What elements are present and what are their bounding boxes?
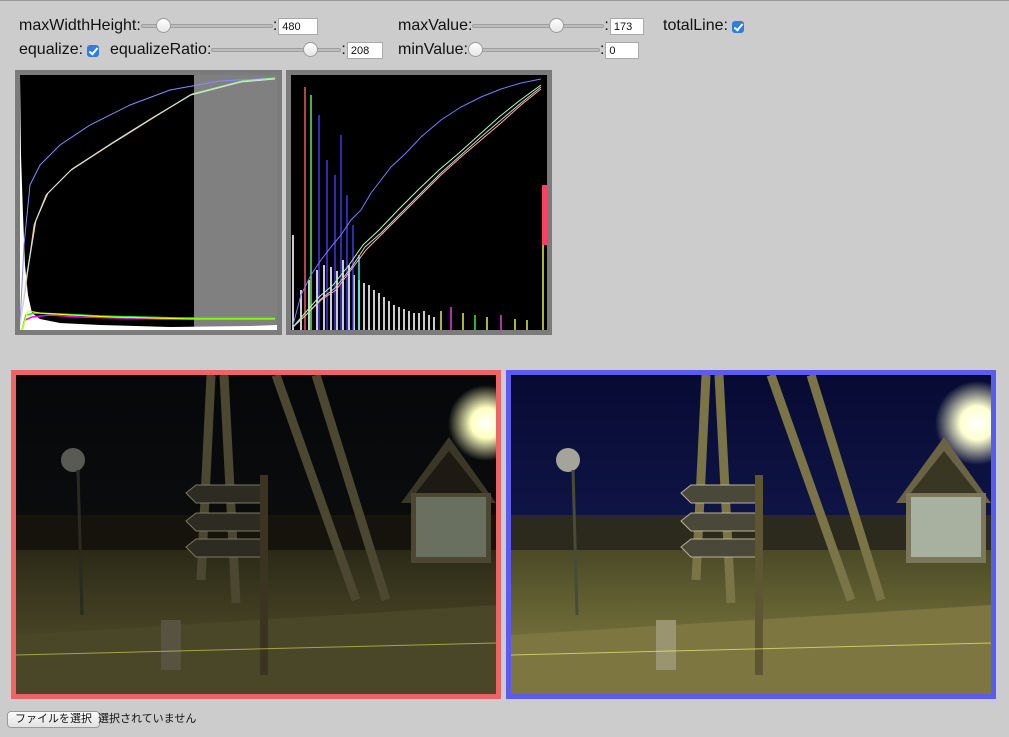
equalize-label: equalize:: [19, 41, 84, 58]
max-value-slider[interactable]: [472, 16, 605, 36]
original-histogram-canvas: [20, 75, 277, 330]
separator: :: [599, 41, 605, 58]
equalize-ratio-control: equalizeRatio: : 208: [110, 40, 383, 60]
original-histogram-panel: [15, 70, 282, 335]
original-image-panel: [11, 370, 501, 699]
separator: :: [272, 17, 278, 34]
slider-thumb-icon[interactable]: [549, 18, 565, 33]
slider-track: [472, 24, 605, 28]
original-night-photo: [16, 375, 496, 694]
equalize-ratio-label: equalizeRatio:: [110, 41, 212, 58]
min-value-input[interactable]: 0: [605, 41, 640, 59]
equalized-night-photo: [511, 375, 991, 694]
equalize-control: equalize:: [19, 40, 100, 60]
max-width-height-label: maxWidthHeight:: [19, 17, 141, 34]
separator: :: [604, 17, 609, 34]
checkbox-checked-icon[interactable]: [731, 21, 744, 33]
max-value-control: maxValue: : 173: [398, 16, 644, 36]
separator: :: [341, 41, 346, 58]
equalized-histogram-panel: [286, 70, 552, 335]
min-value-label: minValue:: [398, 41, 468, 58]
slider-thumb-icon[interactable]: [303, 42, 319, 57]
equalize-ratio-slider[interactable]: [211, 40, 342, 60]
processed-image-panel: [506, 370, 996, 699]
file-status-text: 選択されていません: [98, 713, 197, 725]
max-width-height-control: maxWidthHeight: : 480: [19, 16, 319, 36]
equalized-histogram-canvas: [291, 75, 547, 330]
slider-thumb-icon[interactable]: [155, 18, 171, 33]
max-width-height-input[interactable]: 480: [278, 17, 319, 35]
max-value-input[interactable]: 173: [609, 17, 644, 35]
slider-track: [211, 48, 342, 52]
min-value-slider[interactable]: [467, 40, 600, 60]
equalize-ratio-input[interactable]: 208: [346, 41, 383, 59]
slider-track: [467, 48, 600, 52]
min-value-control: minValue: : 0: [398, 40, 640, 60]
checkbox-checked-icon[interactable]: [87, 45, 100, 57]
max-value-label: maxValue:: [398, 17, 473, 34]
choose-file-button[interactable]: ファイルを選択: [7, 711, 100, 728]
slider-thumb-icon[interactable]: [467, 42, 483, 57]
max-width-height-slider[interactable]: [140, 16, 273, 36]
total-line-label: totalLine:: [663, 17, 728, 34]
total-line-control: totalLine:: [663, 16, 744, 36]
